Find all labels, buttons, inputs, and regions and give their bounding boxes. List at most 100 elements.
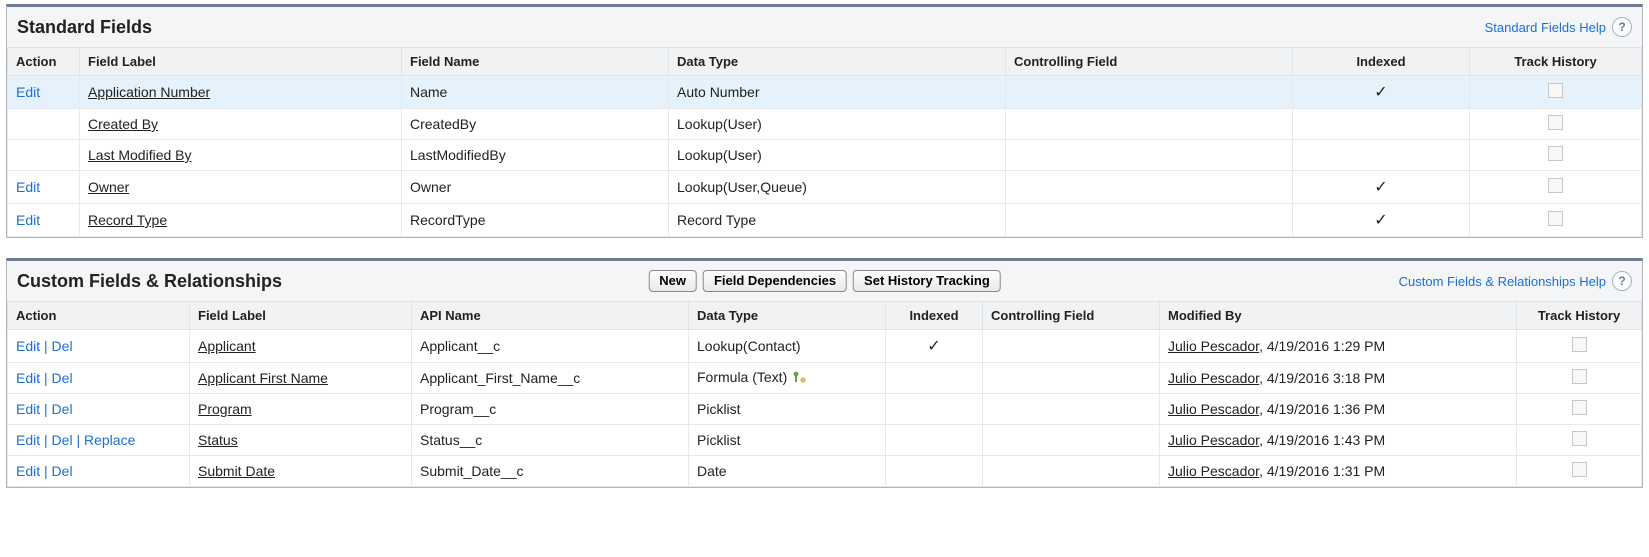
- data-type-cell: Lookup(User,Queue): [669, 171, 1006, 204]
- data-type-cell: Auto Number: [669, 76, 1006, 109]
- custom-fields-header: Custom Fields & Relationships New Field …: [7, 261, 1642, 301]
- del-link[interactable]: Del: [52, 463, 73, 479]
- custom-fields-help-link[interactable]: Custom Fields & Relationships Help: [1399, 274, 1606, 289]
- col-action: Action: [8, 302, 190, 330]
- modified-by-link[interactable]: Julio Pescador: [1168, 463, 1259, 479]
- custom-fields-table: Action Field Label API Name Data Type In…: [7, 301, 1642, 487]
- standard-fields-panel: Standard Fields Standard Fields Help ? A…: [6, 4, 1643, 238]
- action-cell: [8, 109, 80, 140]
- standard-fields-table: Action Field Label Field Name Data Type …: [7, 47, 1642, 237]
- col-action: Action: [8, 48, 80, 76]
- table-row: Edit | DelApplicant First NameApplicant_…: [8, 363, 1642, 394]
- modified-by-link[interactable]: Julio Pescador: [1168, 432, 1259, 448]
- indexed-cell: [1293, 140, 1470, 171]
- standard-fields-title: Standard Fields: [17, 17, 152, 38]
- controlling-cell: [1006, 76, 1293, 109]
- field-name-cell: CreatedBy: [402, 109, 669, 140]
- modified-by-cell: Julio Pescador, 4/19/2016 1:43 PM: [1160, 425, 1517, 456]
- field-label-link[interactable]: Owner: [88, 179, 129, 195]
- edit-link[interactable]: Edit: [16, 370, 40, 386]
- check-icon: ✓: [1374, 212, 1387, 229]
- data-type-cell: Picklist: [689, 394, 886, 425]
- checkbox-icon: [1572, 431, 1587, 446]
- field-label-link[interactable]: Created By: [88, 116, 158, 132]
- del-link[interactable]: Del: [52, 401, 73, 417]
- modified-by-link[interactable]: Julio Pescador: [1168, 338, 1259, 354]
- table-row: Edit | Del | ReplaceStatusStatus__cPickl…: [8, 425, 1642, 456]
- track-history-cell: [1470, 109, 1642, 140]
- col-controlling: Controlling Field: [983, 302, 1160, 330]
- checkbox-icon: [1548, 115, 1563, 130]
- del-link[interactable]: Del: [52, 370, 73, 386]
- track-history-cell: [1517, 425, 1642, 456]
- field-label-link[interactable]: Applicant: [198, 338, 256, 354]
- custom-fields-panel: Custom Fields & Relationships New Field …: [6, 258, 1643, 488]
- field-label-cell: Status: [190, 425, 412, 456]
- indexed-cell: [886, 394, 983, 425]
- modified-by-cell: Julio Pescador, 4/19/2016 1:36 PM: [1160, 394, 1517, 425]
- data-type-cell: Formula (Text): [689, 363, 886, 394]
- field-label-link[interactable]: Status: [198, 432, 238, 448]
- edit-link[interactable]: Edit: [16, 212, 40, 228]
- track-history-cell: [1517, 456, 1642, 487]
- edit-link[interactable]: Edit: [16, 338, 40, 354]
- controlling-cell: [983, 394, 1160, 425]
- check-icon: ✓: [927, 338, 940, 355]
- indexed-cell: ✓: [886, 330, 983, 363]
- field-label-link[interactable]: Last Modified By: [88, 147, 192, 163]
- field-label-cell: Record Type: [80, 204, 402, 237]
- track-history-cell: [1517, 394, 1642, 425]
- field-label-cell: Program: [190, 394, 412, 425]
- indexed-cell: ✓: [1293, 204, 1470, 237]
- modified-by-cell: Julio Pescador, 4/19/2016 1:29 PM: [1160, 330, 1517, 363]
- field-dependencies-button[interactable]: Field Dependencies: [703, 270, 847, 292]
- standard-fields-help-link[interactable]: Standard Fields Help: [1485, 20, 1606, 35]
- modified-by-link[interactable]: Julio Pescador: [1168, 401, 1259, 417]
- del-link[interactable]: Del: [52, 338, 73, 354]
- controlling-cell: [1006, 140, 1293, 171]
- data-type-text: Formula (Text): [697, 369, 787, 385]
- action-cell: Edit | Del: [8, 363, 190, 394]
- data-type-cell: Picklist: [689, 425, 886, 456]
- new-button[interactable]: New: [648, 270, 697, 292]
- api-name-cell: Submit_Date__c: [412, 456, 689, 487]
- help-icon[interactable]: ?: [1612, 271, 1632, 291]
- checkbox-icon: [1548, 83, 1563, 98]
- controlling-cell: [1006, 204, 1293, 237]
- checkbox-icon: [1548, 211, 1563, 226]
- del-link[interactable]: Del: [52, 432, 73, 448]
- edit-link[interactable]: Edit: [16, 179, 40, 195]
- checkbox-icon: [1572, 337, 1587, 352]
- field-label-link[interactable]: Applicant First Name: [198, 370, 328, 386]
- field-label-cell: Submit Date: [190, 456, 412, 487]
- replace-link[interactable]: Replace: [84, 432, 135, 448]
- edit-link[interactable]: Edit: [16, 432, 40, 448]
- field-label-link[interactable]: Program: [198, 401, 252, 417]
- field-label-link[interactable]: Submit Date: [198, 463, 275, 479]
- edit-link[interactable]: Edit: [16, 463, 40, 479]
- table-row: EditOwnerOwnerLookup(User,Queue)✓: [8, 171, 1642, 204]
- field-label-link[interactable]: Application Number: [88, 84, 210, 100]
- indexed-cell: [886, 456, 983, 487]
- modified-by-cell: Julio Pescador, 4/19/2016 3:18 PM: [1160, 363, 1517, 394]
- field-name-cell: Name: [402, 76, 669, 109]
- indexed-cell: ✓: [1293, 171, 1470, 204]
- action-cell: Edit: [8, 171, 80, 204]
- checkbox-icon: [1572, 462, 1587, 477]
- table-row: Edit | DelProgramProgram__cPicklistJulio…: [8, 394, 1642, 425]
- edit-link[interactable]: Edit: [16, 84, 40, 100]
- checkbox-icon: [1572, 369, 1587, 384]
- help-icon[interactable]: ?: [1612, 17, 1632, 37]
- separator: |: [40, 401, 51, 417]
- field-label-link[interactable]: Record Type: [88, 212, 167, 228]
- controlling-cell: [983, 330, 1160, 363]
- set-history-tracking-button[interactable]: Set History Tracking: [853, 270, 1001, 292]
- action-cell: Edit | Del | Replace: [8, 425, 190, 456]
- track-history-cell: [1470, 140, 1642, 171]
- col-api-name: API Name: [412, 302, 689, 330]
- edit-link[interactable]: Edit: [16, 401, 40, 417]
- modified-by-cell: Julio Pescador, 4/19/2016 1:31 PM: [1160, 456, 1517, 487]
- col-modified-by: Modified By: [1160, 302, 1517, 330]
- modified-by-link[interactable]: Julio Pescador: [1168, 370, 1259, 386]
- indexed-cell: [886, 363, 983, 394]
